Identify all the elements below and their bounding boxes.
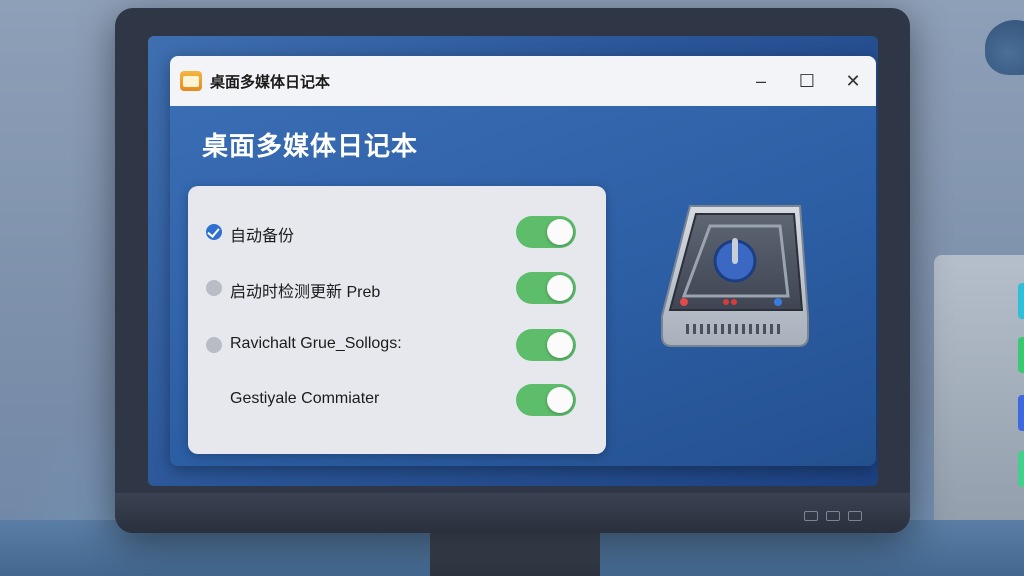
app-notebook-icon — [180, 71, 202, 91]
monitor-button-icon — [804, 511, 818, 521]
side-led — [1018, 451, 1024, 487]
setting-row-auto-backup[interactable]: 自动备份 — [188, 212, 606, 252]
setting-row-check-updates[interactable]: 启动时检测更新 Preb — [188, 268, 606, 308]
minimize-button[interactable]: – — [738, 56, 784, 106]
monitor-buttons — [804, 511, 862, 521]
app-window: 桌面多媒体日记本 – ☐ ✕ 桌面多媒体日记本 自动备份 启动时检测更新 Pre… — [170, 56, 876, 466]
maximize-button[interactable]: ☐ — [784, 56, 830, 106]
toggle-knob — [547, 275, 573, 301]
check-icon[interactable] — [206, 224, 222, 240]
setting-label: 自动备份 — [230, 228, 295, 245]
radio-icon[interactable] — [206, 280, 222, 296]
close-button[interactable]: ✕ — [830, 56, 876, 106]
monitor-button-icon — [848, 511, 862, 521]
setting-4-toggle[interactable] — [516, 384, 576, 416]
side-led — [1018, 337, 1024, 373]
monitor-button-icon — [826, 511, 840, 521]
toggle-knob — [547, 387, 573, 413]
window-title: 桌面多媒体日记本 — [210, 73, 331, 91]
side-led — [1018, 395, 1024, 431]
setting-label: Ravichalt Grue_Sollogs: — [230, 335, 402, 352]
setting-3-toggle[interactable] — [516, 329, 576, 361]
auto-backup-toggle[interactable] — [516, 216, 576, 248]
toggle-knob — [547, 332, 573, 358]
window-controls: – ☐ ✕ — [738, 56, 876, 106]
setting-label: Gestiyale Commiater — [230, 390, 380, 407]
page-title: 桌面多媒体日记本 — [202, 131, 419, 161]
hard-drive-icon — [661, 205, 809, 347]
screen: 桌面多媒体日记本 – ☐ ✕ 桌面多媒体日记本 自动备份 启动时检测更新 Pre… — [148, 36, 878, 486]
setting-row-3[interactable]: Ravichalt Grue_Sollogs: — [188, 325, 606, 365]
setting-row-4[interactable]: Gestiyale Commiater — [188, 380, 606, 420]
settings-panel: 自动备份 启动时检测更新 Preb Ravichalt Grue_Sollogs… — [188, 186, 606, 454]
title-bar[interactable]: 桌面多媒体日记本 – ☐ ✕ — [170, 56, 876, 106]
desk-lamp — [985, 20, 1024, 75]
setting-label: 启动时检测更新 Preb — [230, 284, 381, 301]
side-led — [1018, 283, 1024, 319]
monitor-chin — [115, 493, 910, 533]
radio-icon[interactable] — [206, 337, 222, 353]
side-device — [934, 255, 1024, 560]
toggle-knob — [547, 219, 573, 245]
check-updates-toggle[interactable] — [516, 272, 576, 304]
